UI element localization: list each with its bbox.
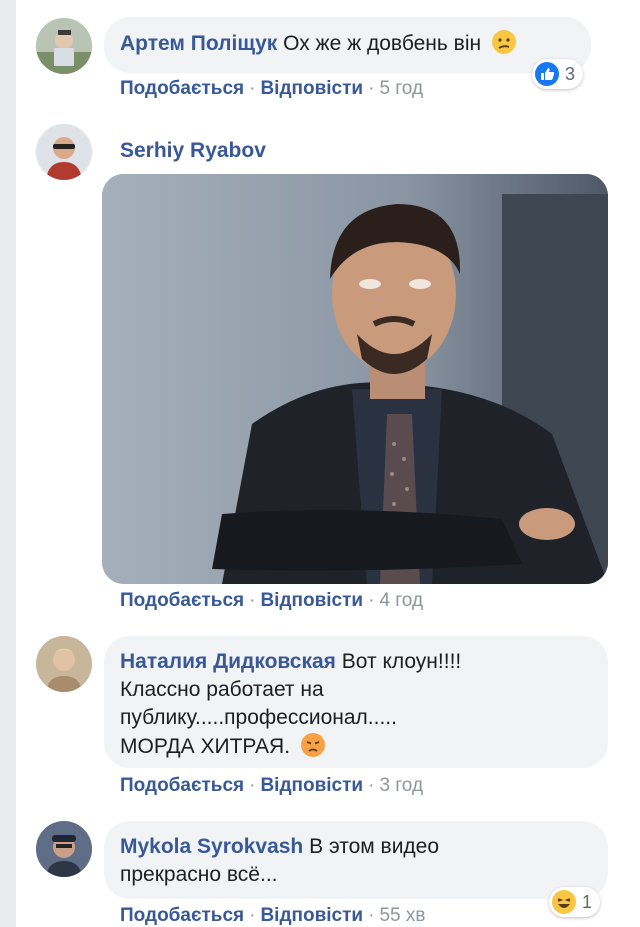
comment-bubble: Mykola Syrokvash В этом видео прекрасно … — [104, 821, 608, 899]
pouting-face-icon — [300, 732, 326, 758]
eye-roll-meme-image[interactable] — [102, 174, 608, 584]
like-link[interactable]: Подобається — [120, 590, 244, 611]
comment-actions: Подобається · Відповісти · 3 год — [120, 775, 424, 796]
avatar[interactable] — [36, 636, 92, 692]
comment-time[interactable]: 3 год — [379, 775, 423, 796]
reply-link[interactable]: Відповісти — [260, 78, 363, 99]
comment-time[interactable]: 5 год — [379, 78, 423, 99]
confused-face-icon — [491, 29, 517, 55]
comment-author[interactable]: Артем Поліщук — [120, 32, 277, 55]
avatar[interactable] — [36, 18, 92, 74]
comment-text-line: Классно работает на — [120, 678, 324, 701]
comment-bubble: Наталия Дидковская Вот клоун!!!! Классно… — [104, 636, 608, 768]
avatar[interactable] — [36, 821, 92, 877]
reply-link[interactable]: Відповісти — [260, 905, 363, 926]
comment-time[interactable]: 4 год — [379, 590, 423, 611]
comment-author[interactable]: Serhiy Ryabov — [120, 139, 266, 163]
left-rail — [0, 0, 16, 927]
comment-author[interactable]: Наталия Дидковская — [120, 650, 336, 673]
reaction-count: 3 — [565, 63, 576, 84]
haha-icon — [552, 890, 576, 914]
comment-text-line: Вот клоун!!!! — [341, 650, 462, 673]
comment-text-line: МОРДА ХИТРАЯ. — [120, 735, 291, 758]
avatar[interactable] — [36, 124, 92, 180]
comment-text-line: публику.....профессионал..... — [120, 706, 397, 729]
comment-actions: Подобається · Відповісти · 55 хв — [120, 905, 426, 926]
comment-actions: Подобається · Відповісти · 5 год — [120, 78, 424, 99]
comment-author[interactable]: Mykola Syrokvash — [120, 835, 303, 858]
comment-text: Ох же ж довбень він — [283, 32, 482, 55]
comment-bubble: Артем Поліщук Ох же ж довбень він — [104, 17, 591, 73]
reaction-summary[interactable]: 1 — [549, 887, 601, 917]
reply-link[interactable]: Відповісти — [260, 775, 363, 796]
comment-actions: Подобається · Відповісти · 4 год — [120, 590, 424, 611]
reaction-summary[interactable]: 3 — [532, 59, 584, 89]
like-icon — [535, 62, 559, 86]
comment-text-line: прекрасно всё... — [120, 863, 278, 886]
reaction-count: 1 — [582, 891, 593, 912]
comment-text-line: В этом видео — [309, 835, 440, 858]
like-link[interactable]: Подобається — [120, 905, 244, 926]
comment-time[interactable]: 55 хв — [379, 905, 425, 926]
reply-link[interactable]: Відповісти — [260, 590, 363, 611]
like-link[interactable]: Подобається — [120, 775, 244, 796]
like-link[interactable]: Подобається — [120, 78, 244, 99]
